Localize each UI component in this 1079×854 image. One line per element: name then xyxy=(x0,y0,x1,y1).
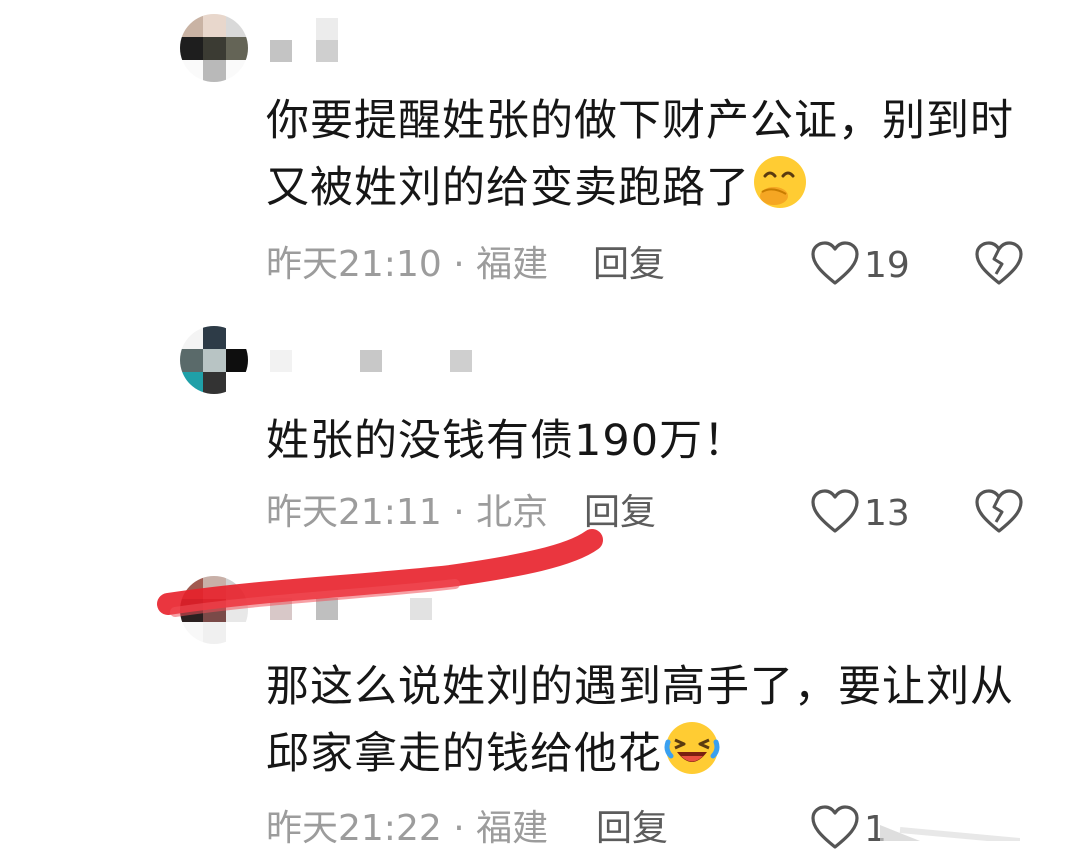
like-count: 13 xyxy=(864,492,910,534)
comment-text-line: 又被姓刘的给变卖跑路了 xyxy=(266,154,1046,229)
separator: · xyxy=(441,244,477,285)
comment-text-line: 你要提醒姓张的做下财产公证，别到时 xyxy=(266,96,1014,146)
dislike-button[interactable] xyxy=(974,488,1024,538)
comment-text: 那这么说姓刘的遇到高手了，要让刘从 邱家拿走的钱给他花 xyxy=(266,654,1046,795)
like-button[interactable]: 19 xyxy=(810,240,910,290)
separator: · xyxy=(441,492,477,533)
username[interactable] xyxy=(270,350,500,376)
comment-text-line: 邱家拿走的钱给他花 xyxy=(266,720,1046,795)
comment-time: 昨天21:22 xyxy=(266,808,442,849)
comment-meta: 昨天21:11 · 北京 xyxy=(266,488,548,538)
comment-text-line: 姓张的没钱有债190万！ xyxy=(266,416,748,466)
avatar[interactable] xyxy=(180,326,248,394)
comment-location: 福建 xyxy=(476,808,549,849)
reply-button[interactable]: 回复 xyxy=(596,804,668,854)
rolling-on-floor-laughing-emoji xyxy=(664,720,720,795)
heart-outline-icon xyxy=(810,240,860,290)
reply-button[interactable]: 回复 xyxy=(593,240,665,290)
face-with-hand-over-mouth-emoji xyxy=(752,154,808,229)
comment-meta: 昨天21:10 · 福建 xyxy=(266,240,548,290)
separator: · xyxy=(441,808,477,849)
corner-overlay xyxy=(880,825,1020,841)
comment-text: 姓张的没钱有债190万！ xyxy=(266,408,1046,474)
heart-outline-icon xyxy=(810,804,860,854)
username[interactable] xyxy=(270,18,500,66)
like-button[interactable]: 1 xyxy=(810,804,887,854)
comment-time: 昨天21:11 xyxy=(266,492,442,533)
comment-text: 你要提醒姓张的做下财产公证，别到时 又被姓刘的给变卖跑路了 xyxy=(266,88,1046,229)
comment-meta: 昨天21:22 · 福建 xyxy=(266,804,548,854)
broken-heart-icon xyxy=(974,488,1024,538)
like-button[interactable]: 13 xyxy=(810,488,910,538)
comment-text-line: 那这么说姓刘的遇到高手了，要让刘从 xyxy=(266,662,1014,712)
reply-button[interactable]: 回复 xyxy=(584,488,656,538)
username[interactable] xyxy=(270,598,500,624)
dislike-button[interactable] xyxy=(974,240,1024,290)
comment-time: 昨天21:10 xyxy=(266,244,442,285)
avatar[interactable] xyxy=(180,576,248,644)
comment-location: 福建 xyxy=(476,244,549,285)
avatar[interactable] xyxy=(180,14,248,82)
broken-heart-icon xyxy=(974,240,1024,290)
like-count: 19 xyxy=(864,244,910,286)
heart-outline-icon xyxy=(810,488,860,538)
comment-location: 北京 xyxy=(476,492,549,533)
